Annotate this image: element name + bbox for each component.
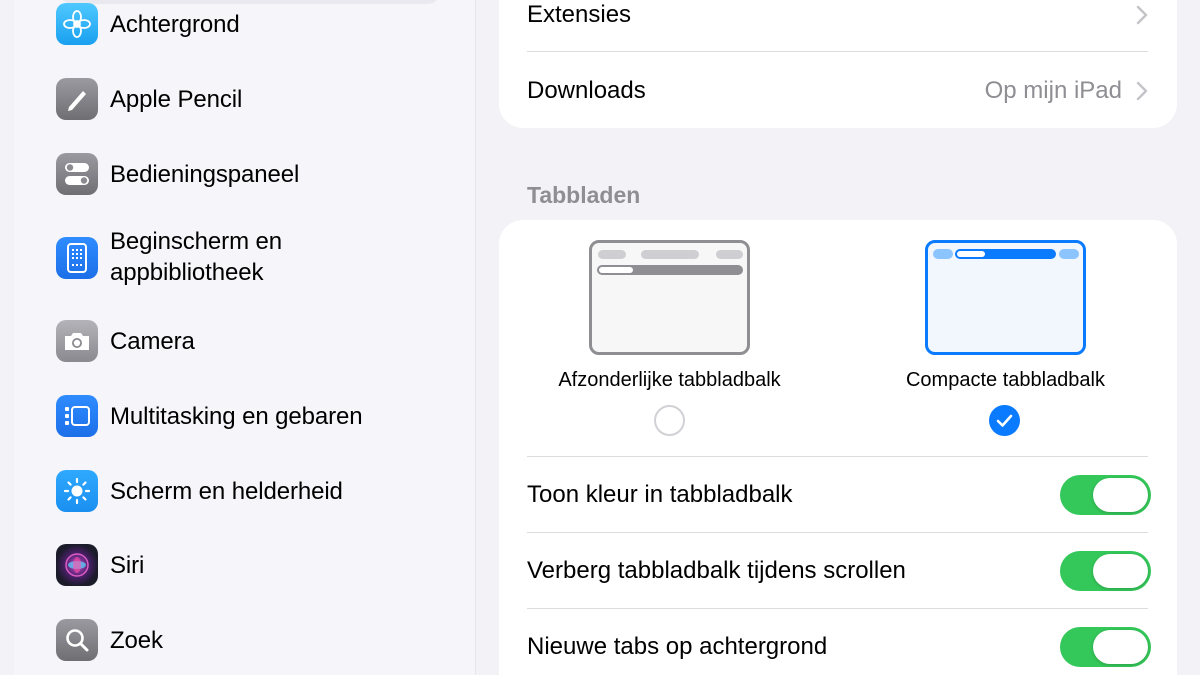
row-separator <box>527 51 1148 52</box>
separate-tab-bar-radio[interactable] <box>654 405 685 436</box>
sidebar-item-label-line2: appbibliotheek <box>110 259 264 286</box>
home-screen-icon <box>56 237 98 279</box>
compact-tab-bar-radio[interactable] <box>989 405 1020 436</box>
sidebar-item-label: Scherm en helderheid <box>110 477 343 505</box>
sidebar-item-label: Multitasking en gebaren <box>110 402 363 430</box>
sidebar-item-bedieningspaneel[interactable]: Bedieningspaneel <box>56 153 299 195</box>
background-tabs-toggle[interactable] <box>1060 627 1151 667</box>
compact-tab-bar-preview[interactable] <box>925 240 1086 355</box>
sun-icon <box>56 470 98 512</box>
toggle-label: Nieuwe tabs op achtergrond <box>527 633 828 660</box>
settings-sidebar: Achtergrond Apple Pencil Bedieningspanee… <box>0 0 476 675</box>
compact-tab-bar-label: Compacte tabbladbalk <box>905 369 1105 391</box>
separate-tab-bar-illustration <box>597 250 743 275</box>
toggle-row-show-color: Toon kleur in tabbladbalk <box>527 479 1148 511</box>
sidebar-item-label: Siri <box>110 551 145 579</box>
row-separator <box>527 608 1148 609</box>
toggle-row-hide-on-scroll: Verberg tabbladbalk tijdens scrollen <box>527 555 1148 587</box>
toggle-row-background-tabs: Nieuwe tabs op achtergrond <box>527 631 1148 663</box>
multitasking-icon <box>56 395 98 437</box>
downloads-row[interactable]: Downloads Op mijn iPad <box>527 75 1148 107</box>
row-separator <box>527 532 1148 533</box>
sidebar-item-scherm[interactable]: Scherm en helderheid <box>56 470 343 512</box>
sidebar-item-label: Achtergrond <box>110 10 240 38</box>
sidebar-item-apple-pencil[interactable]: Apple Pencil <box>56 78 242 120</box>
sidebar-item-label: Camera <box>110 327 195 355</box>
separate-tab-bar-preview[interactable] <box>589 240 750 355</box>
compact-tab-bar-illustration <box>933 249 1079 259</box>
hide-on-scroll-toggle[interactable] <box>1060 551 1151 591</box>
section-title-tabbladen: Tabbladen <box>527 182 641 208</box>
sidebar-item-beginscherm[interactable]: Beginscherm en appbibliotheek <box>56 226 282 288</box>
siri-icon <box>56 544 98 586</box>
pencil-icon <box>56 78 98 120</box>
downloads-value: Op mijn iPad <box>984 77 1122 104</box>
sidebar-item-zoek[interactable]: Zoek <box>56 619 163 661</box>
row-separator <box>527 456 1148 457</box>
chevron-right-icon <box>1136 5 1148 25</box>
toggle-knob <box>1093 630 1148 664</box>
sidebar-item-label: Zoek <box>110 626 163 654</box>
toggle-knob <box>1093 478 1148 512</box>
extensions-label: Extensies <box>527 1 632 28</box>
show-color-toggle[interactable] <box>1060 475 1151 515</box>
sidebar-edge <box>0 0 14 675</box>
camera-icon <box>56 320 98 362</box>
extensions-row[interactable]: Extensies <box>527 0 1148 30</box>
separate-tab-bar-label: Afzonderlijke tabbladbalk <box>558 369 781 391</box>
search-icon <box>56 619 98 661</box>
sidebar-item-label: Bedieningspaneel <box>110 160 300 188</box>
sidebar-item-siri[interactable]: Siri <box>56 544 144 586</box>
downloads-label: Downloads <box>527 77 646 104</box>
sidebar-item-achtergrond[interactable]: Achtergrond <box>56 3 240 45</box>
sidebar-item-label: Beginscherm en <box>110 228 283 255</box>
sidebar-item-camera[interactable]: Camera <box>56 320 195 362</box>
chevron-right-icon <box>1136 81 1148 101</box>
toggle-label: Toon kleur in tabbladbalk <box>527 481 793 508</box>
checkmark-icon <box>996 414 1013 427</box>
sidebar-item-label: Apple Pencil <box>110 85 243 113</box>
sidebar-item-multitasking[interactable]: Multitasking en gebaren <box>56 395 363 437</box>
toggle-label: Verberg tabbladbalk tijdens scrollen <box>527 557 906 584</box>
toggle-knob <box>1093 554 1148 588</box>
toggles-icon <box>56 153 98 195</box>
flower-icon <box>56 3 98 45</box>
